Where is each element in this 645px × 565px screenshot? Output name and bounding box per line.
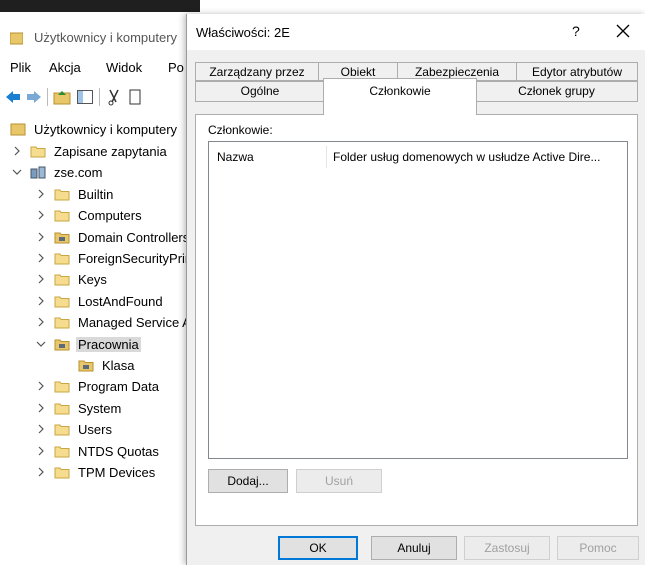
- folder-icon: [54, 210, 70, 222]
- organizational-unit-icon: [54, 339, 70, 351]
- folder-icon: [54, 446, 70, 458]
- chevron-right-icon[interactable]: [36, 296, 46, 306]
- folder-icon: [54, 403, 70, 415]
- chevron-right-icon[interactable]: [36, 253, 46, 263]
- up-folder-icon[interactable]: [53, 88, 71, 106]
- chevron-right-icon[interactable]: [36, 403, 46, 413]
- tree-item-label: Pracownia: [76, 336, 141, 352]
- tree-item-label: TPM Devices: [78, 465, 156, 480]
- properties-dialog: Właściwości: 2E ? Zarządzany przez Obiek…: [186, 14, 645, 565]
- apply-button[interactable]: Zastosuj: [464, 536, 550, 560]
- copy-icon[interactable]: [128, 88, 142, 106]
- tree-item-label: Zapisane zapytania: [54, 144, 167, 159]
- tab-zarzadzany-przez[interactable]: Zarządzany przez: [195, 62, 319, 81]
- folder-icon: [54, 253, 70, 265]
- tree-item-label: NTDS Quotas: [78, 443, 159, 459]
- tree-item-label: Computers: [78, 208, 142, 224]
- folder-icon: [54, 467, 70, 479]
- folder-icon: [54, 424, 70, 436]
- help-dialog-button[interactable]: Pomoc: [557, 536, 639, 560]
- tab-czlonkowie[interactable]: Członkowie: [323, 78, 477, 115]
- menu-plik[interactable]: Plik: [10, 60, 31, 75]
- ok-button[interactable]: OK: [278, 536, 358, 560]
- organizational-unit-icon: [54, 232, 70, 244]
- help-button[interactable]: ?: [572, 23, 580, 39]
- tree-item-label: Users: [78, 422, 112, 438]
- members-panel: Członkowie: Nazwa Folder usług domenowyc…: [195, 114, 638, 526]
- back-arrow-icon[interactable]: [4, 88, 22, 106]
- chevron-right-icon[interactable]: [36, 317, 46, 327]
- column-folder[interactable]: Folder usług domenowych w usłudze Active…: [333, 150, 625, 164]
- list-header: Nazwa Folder usług domenowych w usłudze …: [209, 142, 627, 172]
- snapin-icon: [10, 123, 26, 136]
- menu-widok[interactable]: Widok: [106, 60, 142, 75]
- show-console-tree-icon[interactable]: [76, 88, 94, 106]
- dialog-titlebar: Właściwości: 2E ?: [187, 14, 645, 50]
- tree-item-label: zse.com: [54, 165, 103, 181]
- tree-item-label: LostAndFound: [78, 293, 163, 309]
- chevron-right-icon[interactable]: [36, 210, 46, 220]
- close-icon[interactable]: [615, 23, 631, 39]
- domain-icon: [30, 166, 46, 179]
- members-label: Członkowie:: [208, 123, 273, 137]
- folder-icon: [54, 381, 70, 393]
- tree-item-label: Domain Controllers: [78, 229, 190, 245]
- folder-icon: [54, 274, 70, 286]
- chevron-right-icon[interactable]: [36, 424, 46, 434]
- folder-icon: [30, 146, 46, 158]
- tree-root-label: Użytkownicy i komputery: [34, 122, 178, 137]
- add-button[interactable]: Dodaj...: [208, 469, 288, 493]
- folder-icon: [54, 189, 70, 201]
- dialog-title: Właściwości: 2E: [196, 25, 290, 40]
- folder-icon: [54, 317, 70, 329]
- tree-item-label: Program Data: [78, 379, 159, 395]
- members-list[interactable]: Nazwa Folder usług domenowych w usłudze …: [208, 141, 628, 459]
- tab-czlonek-grupy[interactable]: Członek grupy: [475, 81, 638, 102]
- tab-ogolne[interactable]: Ogólne: [195, 81, 325, 102]
- toolbar: [0, 84, 200, 110]
- forward-arrow-icon[interactable]: [25, 88, 43, 106]
- chevron-right-icon[interactable]: [36, 467, 46, 477]
- background-title-strip: [0, 0, 200, 12]
- chevron-right-icon[interactable]: [36, 232, 46, 242]
- chevron-down-icon[interactable]: [12, 167, 22, 177]
- tree-item-label: Keys: [78, 272, 107, 288]
- chevron-right-icon[interactable]: [36, 381, 46, 391]
- background-window-titlebar: Użytkownicy i komputery: [0, 24, 200, 54]
- tab-edytor-atrybutow[interactable]: Edytor atrybutów: [516, 62, 638, 81]
- chevron-right-icon[interactable]: [36, 189, 46, 199]
- tree-item-label: Builtin: [78, 186, 114, 202]
- cancel-button[interactable]: Anuluj: [371, 536, 457, 560]
- tree-item-label: System: [78, 400, 122, 416]
- background-window-title: Użytkownicy i komputery: [34, 30, 178, 45]
- menu-pomoc[interactable]: Po: [168, 60, 184, 75]
- remove-button[interactable]: Usuń: [296, 469, 382, 493]
- menu-bar: Plik Akcja Widok Po: [0, 58, 200, 80]
- folder-icon: [54, 296, 70, 308]
- app-icon: [10, 32, 23, 45]
- chevron-right-icon[interactable]: [36, 446, 46, 456]
- column-nazwa[interactable]: Nazwa: [217, 150, 317, 164]
- chevron-down-icon[interactable]: [36, 339, 46, 349]
- menu-akcja[interactable]: Akcja: [49, 60, 81, 75]
- cut-icon[interactable]: [106, 88, 122, 106]
- organizational-unit-icon: [78, 360, 94, 372]
- chevron-right-icon[interactable]: [36, 274, 46, 284]
- chevron-right-icon[interactable]: [12, 146, 22, 156]
- tree-item-label: Klasa: [102, 358, 135, 373]
